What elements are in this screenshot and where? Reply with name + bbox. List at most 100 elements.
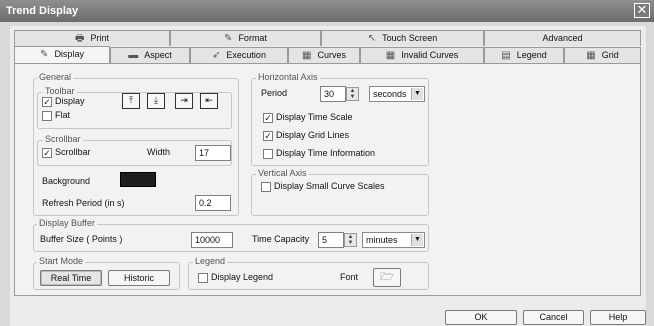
- background-label: Background: [42, 176, 91, 186]
- tab-label: Legend: [516, 50, 547, 60]
- time-capacity-input[interactable]: 5: [318, 232, 344, 248]
- tab-invalid-curves[interactable]: ▦ Invalid Curves: [360, 47, 484, 63]
- select-value: minutes: [366, 235, 398, 245]
- time-capacity-label: Time Capacity: [252, 234, 310, 244]
- buffer-size-input[interactable]: 10000: [191, 232, 233, 248]
- legend-icon: ▤: [501, 50, 511, 61]
- toolbar-left-icon: ⇤: [205, 95, 213, 105]
- toolbar-position-right-button[interactable]: ⇥: [175, 93, 193, 109]
- checkbox-box: [42, 110, 52, 121]
- buffer-size-label: Buffer Size ( Points ): [40, 234, 123, 244]
- vertical-axis-title: Vertical Axis: [256, 168, 309, 178]
- tab-label: Print: [90, 33, 109, 43]
- toolbar-right-icon: ⇥: [180, 95, 188, 105]
- tab-print[interactable]: 🖶 Print: [14, 30, 170, 46]
- font-picker-button[interactable]: 🗁: [373, 268, 401, 287]
- toolbar-position-top-button[interactable]: ⤒: [122, 93, 140, 109]
- font-label: Font: [340, 272, 359, 282]
- display-time-scale-checkbox[interactable]: ✓ Display Time Scale: [263, 112, 353, 123]
- tab-label: Execution: [226, 50, 266, 60]
- tab-label: Display: [54, 49, 84, 59]
- period-spinner[interactable]: ▲ ▼: [346, 87, 359, 101]
- tab-grid[interactable]: ▦ Grid: [564, 47, 641, 63]
- general-group-title: General: [37, 72, 74, 82]
- toolbar-display-checkbox[interactable]: ✓ Display: [42, 96, 85, 107]
- checkbox-label: Display Time Information: [276, 148, 376, 158]
- scrollbar-width-input[interactable]: 17: [195, 145, 231, 161]
- checkbox-box: ✓: [42, 147, 52, 158]
- checkbox-label: Display Time Scale: [276, 112, 353, 122]
- touch-pointer-icon: ↖: [367, 33, 377, 44]
- grid-icon: ▦: [586, 50, 596, 61]
- historic-button[interactable]: Historic: [108, 270, 170, 286]
- horizontal-axis-title: Horizontal Axis: [256, 72, 320, 82]
- checkbox-box: [263, 148, 273, 159]
- tab-format[interactable]: ✎ Format: [170, 30, 321, 46]
- font-folder-icon: 🗁: [380, 271, 394, 283]
- checkbox-label: Scrollbar: [55, 147, 91, 157]
- cancel-button[interactable]: Cancel: [523, 310, 584, 325]
- display-time-info-checkbox[interactable]: Display Time Information: [263, 148, 375, 159]
- help-button[interactable]: Help: [590, 310, 646, 325]
- tab-aspect[interactable]: ▬ Aspect: [110, 47, 190, 63]
- toolbar-flat-checkbox[interactable]: Flat: [42, 110, 70, 121]
- legend-group-title: Legend: [193, 256, 228, 266]
- checkbox-label: Display: [55, 96, 85, 106]
- tab-label: Advanced: [542, 33, 583, 43]
- invalid-curves-icon: ▦: [385, 50, 396, 61]
- width-label: Width: [147, 147, 171, 157]
- tab-display[interactable]: ✎ Display: [14, 46, 110, 63]
- refresh-period-input[interactable]: 0.2: [195, 195, 231, 211]
- close-icon: ✕: [636, 2, 648, 17]
- pen-format-icon: ✎: [224, 33, 233, 44]
- start-mode-title: Start Mode: [37, 256, 86, 266]
- close-button[interactable]: ✕: [634, 3, 650, 18]
- small-curve-scales-checkbox[interactable]: Display Small Curve Scales: [261, 181, 385, 192]
- time-capacity-spinner[interactable]: ▲ ▼: [344, 233, 357, 247]
- select-value: seconds: [373, 89, 407, 99]
- title-bar: Trend Display: [0, 0, 654, 22]
- checkbox-label: Display Small Curve Scales: [274, 181, 385, 191]
- tab-touch-screen[interactable]: ↖ Touch Screen: [321, 30, 484, 46]
- ok-button[interactable]: OK: [445, 310, 517, 325]
- tab-label: Invalid Curves: [401, 50, 459, 60]
- tab-label: Curves: [317, 50, 346, 60]
- tab-legend[interactable]: ▤ Legend: [484, 47, 564, 63]
- checkbox-label: Display Legend: [211, 272, 274, 282]
- background-color-swatch[interactable]: [120, 172, 156, 187]
- display-grid-lines-checkbox[interactable]: ✓ Display Grid Lines: [263, 130, 349, 141]
- period-unit-select[interactable]: seconds ▼: [369, 86, 425, 102]
- tab-curves[interactable]: ▦ Curves: [288, 47, 360, 63]
- tab-label: Grid: [601, 50, 619, 60]
- scrollbar-group-title: Scrollbar: [43, 134, 83, 144]
- chevron-down-icon: ▼: [411, 88, 423, 100]
- tab-label: Format: [238, 33, 267, 43]
- checkbox-box: ✓: [263, 112, 273, 123]
- checkbox-label: Flat: [55, 110, 71, 120]
- aspect-icon: ▬: [128, 50, 139, 61]
- scrollbar-checkbox[interactable]: ✓ Scrollbar: [42, 147, 91, 158]
- display-buffer-title: Display Buffer: [37, 218, 97, 228]
- window-title: Trend Display: [6, 5, 79, 17]
- printer-icon: 🖶: [75, 33, 85, 44]
- toolbar-group-title: Toolbar: [43, 86, 77, 96]
- period-label: Period: [261, 88, 288, 98]
- checkbox-box: [198, 272, 208, 283]
- period-input[interactable]: 30: [320, 86, 346, 102]
- display-legend-checkbox[interactable]: Display Legend: [198, 272, 273, 283]
- tab-advanced[interactable]: Advanced: [484, 30, 641, 46]
- chevron-down-icon: ▼: [411, 234, 423, 246]
- toolbar-position-bottom-button[interactable]: ⤓: [147, 93, 165, 109]
- execution-icon: ➶: [212, 50, 221, 61]
- toolbar-position-left-button[interactable]: ⇤: [200, 93, 218, 109]
- checkbox-label: Display Grid Lines: [276, 130, 350, 140]
- tab-execution[interactable]: ➶ Execution: [190, 47, 288, 63]
- checkbox-box: [261, 181, 271, 192]
- checkbox-box: ✓: [42, 96, 52, 107]
- real-time-button[interactable]: Real Time: [40, 270, 102, 286]
- toolbar-bottom-icon: ⤓: [154, 95, 158, 105]
- time-capacity-unit-select[interactable]: minutes ▼: [362, 232, 425, 248]
- refresh-period-label: Refresh Period (in s): [42, 198, 125, 208]
- toolbar-top-icon: ⤒: [129, 95, 133, 105]
- tab-label: Aspect: [144, 50, 172, 60]
